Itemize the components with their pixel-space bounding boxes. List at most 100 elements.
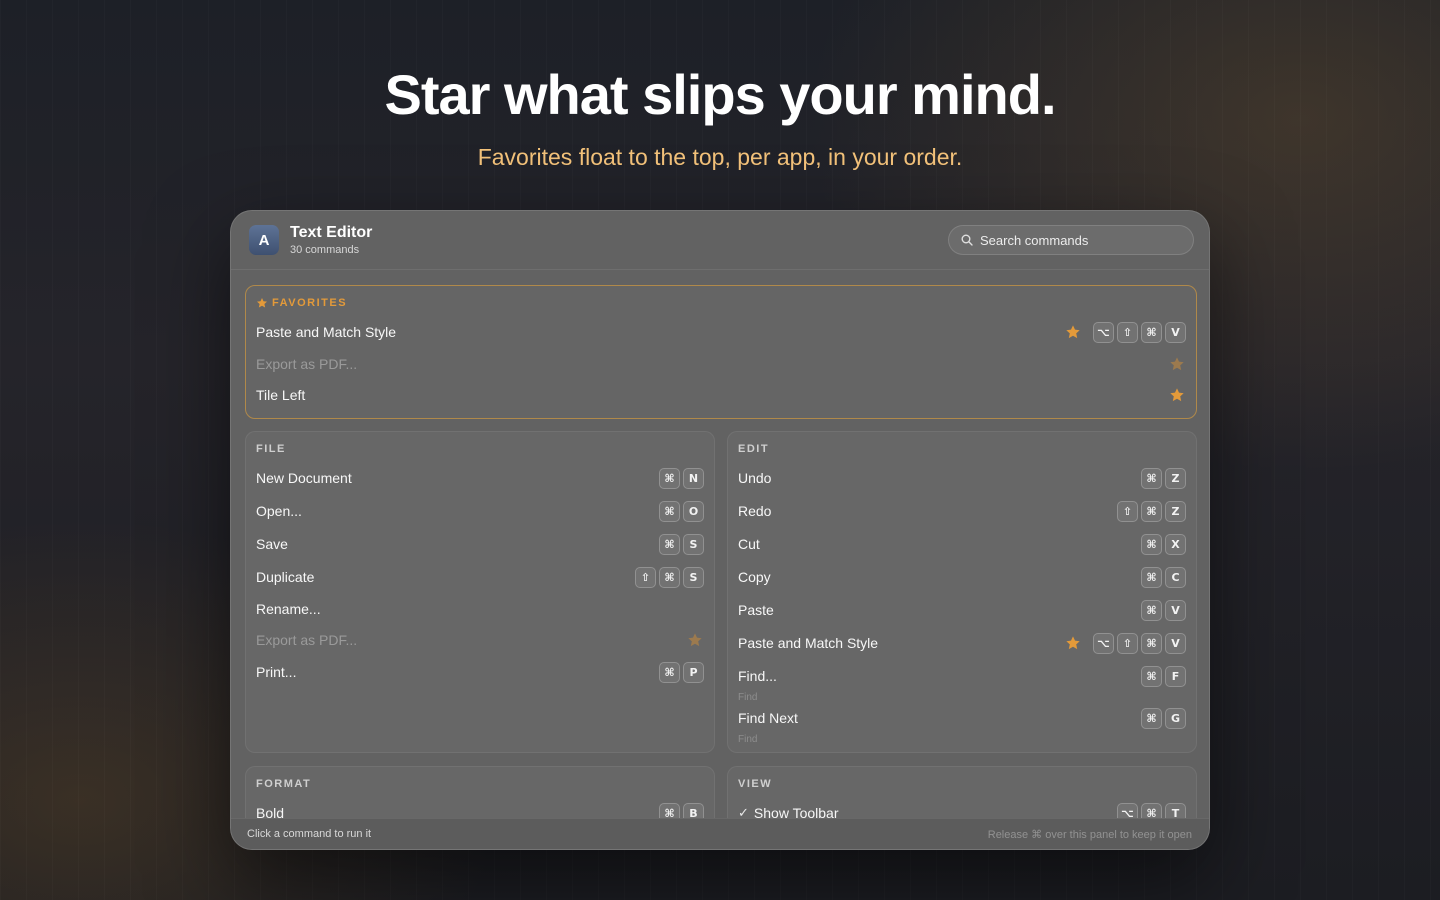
command-label: Copy — [738, 569, 771, 585]
command-label: New Document — [256, 470, 352, 486]
shortcut-keys: ⌘ Z — [1141, 467, 1186, 489]
favorites-command-row[interactable]: Tile Left — [256, 382, 1186, 408]
shortcut-keys — [1169, 387, 1186, 403]
command-count: 30 commands — [290, 244, 360, 256]
app-title: Text Editor — [290, 224, 373, 241]
favorites-section: FAVORITES Paste and Match Style ⌥ ⇧ ⌘ V Expor… — [245, 285, 1197, 419]
app-icon: A — [249, 225, 279, 255]
keycap: ⌘ — [659, 467, 680, 489]
edit-command-row[interactable]: Undo ⌘ Z — [738, 465, 1186, 491]
command-category: Find — [738, 692, 758, 703]
favorite-star-icon[interactable] — [1065, 324, 1081, 340]
shortcut-keys: ⌥ ⇧ ⌘ V — [1065, 321, 1186, 343]
keycap: ⌘ — [1141, 321, 1162, 343]
shortcut-keys: ⌘ N — [659, 467, 704, 489]
keycap: ⌥ — [1093, 632, 1114, 654]
favorites-heading: FAVORITES — [256, 297, 347, 309]
command-label: Find... — [738, 668, 777, 684]
favorite-star-icon[interactable] — [1065, 635, 1081, 651]
keycap: ⌘ — [659, 500, 680, 522]
command-panel: A Text Editor 30 commands FAVORITES Past… — [230, 210, 1210, 850]
favorites-command-row[interactable]: Paste and Match Style ⌥ ⇧ ⌘ V — [256, 319, 1186, 345]
favorite-star-icon[interactable] — [687, 632, 703, 648]
format-heading: FORMAT — [256, 778, 312, 790]
shortcut-keys — [1169, 356, 1186, 372]
shortcut-keys: ⇧ ⌘ Z — [1117, 500, 1186, 522]
edit-section: EDIT Undo ⌘ Z Redo ⇧ ⌘ Z Cut ⌘ X Copy ⌘ C Paste ⌘ V Past… — [727, 431, 1197, 753]
file-command-row[interactable]: New Document ⌘ N — [256, 465, 704, 491]
file-command-row[interactable]: Export as PDF... — [256, 627, 704, 653]
shortcut-keys: ⌘ S — [659, 533, 704, 555]
edit-command-row[interactable]: Find Next Find ⌘ G — [738, 705, 1186, 745]
favorites-command-row[interactable]: Export as PDF... — [256, 351, 1186, 377]
keycap: ⌘ — [1141, 665, 1162, 687]
keycap: ⌘ — [659, 566, 680, 588]
star-icon — [257, 298, 267, 308]
keycap: X — [1165, 533, 1186, 555]
keycap: P — [683, 661, 704, 683]
keycap: V — [1165, 632, 1186, 654]
command-label: Paste and Match Style — [738, 635, 879, 651]
keycap: ⇧ — [635, 566, 656, 588]
command-label: Undo — [738, 470, 772, 486]
keycap: F — [1165, 665, 1186, 687]
command-label: Redo — [738, 503, 772, 519]
keycap: Z — [1165, 500, 1186, 522]
edit-heading: EDIT — [738, 443, 770, 455]
shortcut-keys: ⌘ O — [659, 500, 704, 522]
hero-subtitle: Favorites float to the top, per app, in … — [477, 144, 963, 170]
command-label: Print... — [256, 664, 297, 680]
favorite-star-icon[interactable] — [1169, 387, 1185, 403]
shortcut-keys: ⌘ P — [659, 661, 704, 683]
search-box[interactable] — [948, 225, 1194, 255]
keycap: ⌘ — [1141, 566, 1162, 588]
search-icon — [961, 234, 973, 246]
shortcut-keys: ⇧ ⌘ S — [635, 566, 704, 588]
file-command-row[interactable]: Print... ⌘ P — [256, 659, 704, 685]
shortcut-keys: ⌥ ⇧ ⌘ V — [1065, 632, 1186, 654]
shortcut-keys: ⌘ G — [1141, 707, 1186, 729]
keycap: Z — [1165, 467, 1186, 489]
keycap: ⇧ — [1117, 321, 1138, 343]
command-label: Paste — [738, 602, 774, 618]
search-input[interactable] — [980, 232, 1180, 248]
file-command-row[interactable]: Rename... — [256, 596, 704, 622]
shortcut-keys: ⌘ X — [1141, 533, 1186, 555]
command-label: Open... — [256, 503, 302, 519]
keycap: ⌘ — [1141, 533, 1162, 555]
file-command-row[interactable]: Open... ⌘ O — [256, 498, 704, 524]
file-command-row[interactable]: Duplicate ⇧ ⌘ S — [256, 564, 704, 590]
keycap: ⇧ — [1117, 500, 1138, 522]
keycap: N — [683, 467, 704, 489]
keycap: ⌘ — [1141, 707, 1162, 729]
edit-command-row[interactable]: Paste and Match Style ⌥ ⇧ ⌘ V — [738, 630, 1186, 656]
shortcut-keys: ⌘ V — [1141, 599, 1186, 621]
favorite-star-icon[interactable] — [1169, 356, 1185, 372]
command-label: Tile Left — [256, 387, 306, 403]
keycap: ⌥ — [1093, 321, 1114, 343]
keycap: V — [1165, 599, 1186, 621]
command-label: Export as PDF... — [256, 632, 358, 648]
keycap: C — [1165, 566, 1186, 588]
file-command-row[interactable]: Save ⌘ S — [256, 531, 704, 557]
file-heading: FILE — [256, 443, 286, 455]
shortcut-keys: ⌘ F — [1141, 665, 1186, 687]
command-label: Cut — [738, 536, 760, 552]
keycap: S — [683, 566, 704, 588]
edit-command-row[interactable]: Copy ⌘ C — [738, 564, 1186, 590]
command-label: Save — [256, 536, 288, 552]
edit-command-row[interactable]: Find... Find ⌘ F — [738, 663, 1186, 703]
keycap: O — [683, 500, 704, 522]
keycap: ⌘ — [1141, 632, 1162, 654]
edit-command-row[interactable]: Paste ⌘ V — [738, 597, 1186, 623]
panel-header: A Text Editor 30 commands — [231, 211, 1209, 270]
command-category: Find — [738, 734, 758, 745]
edit-command-row[interactable]: Redo ⇧ ⌘ Z — [738, 498, 1186, 524]
edit-command-row[interactable]: Cut ⌘ X — [738, 531, 1186, 557]
keycap: V — [1165, 321, 1186, 343]
keycap: ⌘ — [1141, 599, 1162, 621]
panel-footer: Click a command to run it Release ⌘ over… — [231, 818, 1209, 849]
command-label: Paste and Match Style — [256, 324, 397, 340]
command-label: Rename... — [256, 601, 321, 617]
shortcut-keys — [687, 632, 704, 648]
